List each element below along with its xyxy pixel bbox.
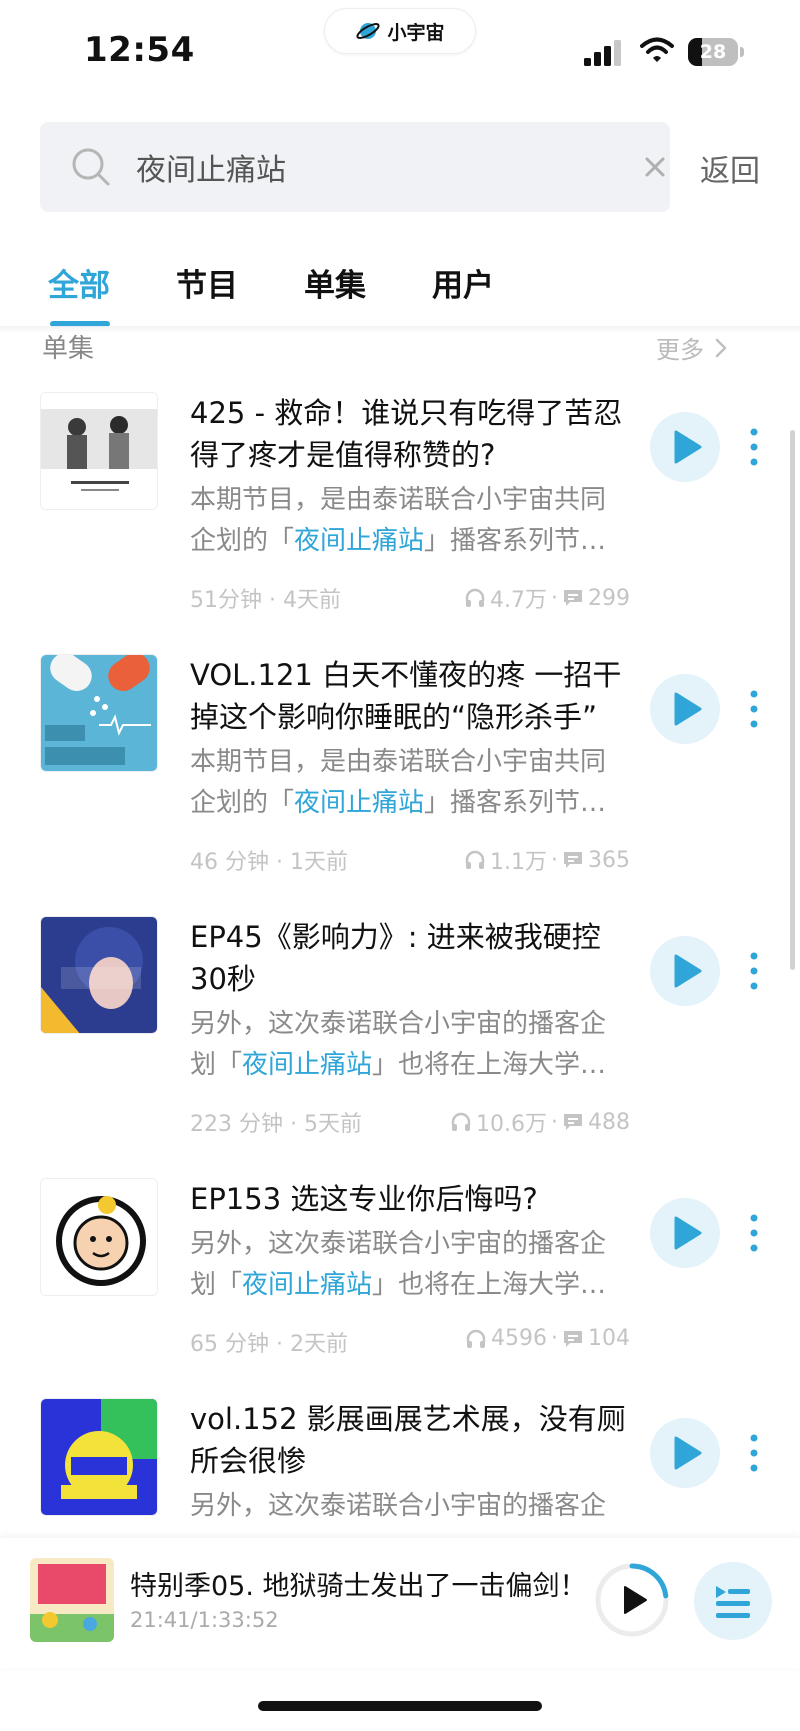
comment-icon	[564, 852, 582, 868]
episode-item[interactable]: EP153 选这专业你后悔吗? 另外，这次泰诺联合小宇宙的播客企划「夜间止痛站」…	[0, 1178, 800, 1428]
episode-plays: 1.1万	[490, 850, 547, 875]
player-play-button[interactable]	[592, 1560, 672, 1640]
episode-cover[interactable]	[40, 392, 158, 510]
play-icon	[674, 692, 702, 726]
headphones-icon	[451, 1112, 471, 1131]
status-bar: 12:54 小宇宙 28	[0, 0, 800, 100]
app-name: 小宇宙	[387, 21, 445, 44]
episode-meta: 46 分钟 · 1天前 1.1万 · 365	[190, 844, 630, 876]
cellular-signal-icon	[584, 40, 621, 66]
more-options-icon[interactable]	[742, 1212, 766, 1254]
episode-meta: 65 分钟 · 2天前 4596 · 104	[190, 1326, 630, 1357]
play-icon	[674, 1216, 702, 1250]
playlist-button[interactable]	[694, 1562, 772, 1640]
episode-title[interactable]: VOL.121 白天不懂夜的疼 一招干掉这个影响你睡眠的“隐形杀手”	[190, 654, 630, 738]
episode-description: 本期节目，是由泰诺联合小宇宙共同企划的「夜间止痛站」播客系列节目之一	[190, 747, 607, 818]
back-button[interactable]: 返回	[700, 146, 760, 190]
episode-item[interactable]: 425 - 救命！谁说只有吃得了苦忍得了疼才是值得称赞的? 本期节目，是由泰诺联…	[0, 392, 800, 642]
episode-duration: 223 分钟	[190, 1112, 283, 1137]
tab-episodes[interactable]: 单集	[304, 260, 366, 305]
play-button[interactable]	[650, 674, 720, 744]
episode-item[interactable]: vol.152 影展画展艺术展，没有厕所会很惨 另外，这次泰诺联合小宇宙的播客企	[0, 1398, 800, 1528]
play-button[interactable]	[650, 412, 720, 482]
episode-age: 1天前	[289, 850, 348, 875]
episode-cover[interactable]	[40, 916, 158, 1034]
episode-title[interactable]: vol.152 影展画展艺术展，没有厕所会很惨	[190, 1398, 630, 1482]
chevron-right-icon	[715, 338, 727, 357]
episode-age: 5天前	[303, 1112, 362, 1137]
more-options-icon[interactable]	[742, 950, 766, 992]
home-indicator[interactable]	[258, 1701, 542, 1711]
episode-title[interactable]: EP153 选这专业你后悔吗?	[190, 1178, 630, 1220]
comment-icon	[564, 1330, 582, 1347]
episode-cover[interactable]	[40, 1178, 158, 1296]
comment-icon	[564, 1114, 582, 1130]
tab-all[interactable]: 全部	[48, 260, 110, 305]
episode-comments: 365	[588, 847, 630, 873]
more-link[interactable]: 更多	[656, 330, 728, 365]
play-icon	[674, 954, 702, 988]
app-indicator-pill[interactable]: 小宇宙	[324, 8, 476, 54]
episode-age: 4天前	[282, 588, 341, 613]
play-button[interactable]	[650, 1418, 720, 1488]
episode-cover[interactable]	[40, 654, 158, 772]
headphones-icon	[465, 588, 485, 607]
clear-icon[interactable]	[640, 152, 670, 182]
episode-description: 本期节目，是由泰诺联合小宇宙共同企划的「夜间止痛站」播客系列节目之一	[190, 485, 607, 556]
play-progress-icon	[595, 1563, 669, 1637]
episode-meta: 223 分钟 · 5天前 10.6万 · 488	[190, 1106, 630, 1138]
more-options-icon[interactable]	[742, 426, 766, 468]
episode-title[interactable]: EP45《影响力》: 进来被我硬控30秒	[190, 916, 630, 1000]
scrollbar[interactable]	[790, 430, 795, 970]
episode-cover[interactable]	[40, 1398, 158, 1516]
episode-comments: 299	[588, 585, 630, 611]
search-input[interactable]	[136, 144, 616, 190]
player-progress: 21:41/1:33:52	[130, 1608, 279, 1632]
comment-icon	[564, 590, 582, 606]
more-options-icon[interactable]	[742, 688, 766, 730]
headphones-icon	[465, 850, 485, 869]
episode-duration: 65 分钟	[190, 1332, 269, 1357]
more-options-icon[interactable]	[742, 1432, 766, 1474]
episode-plays: 10.6万	[476, 1112, 547, 1137]
episode-plays: 4596	[491, 1326, 547, 1351]
mini-player[interactable]: 特别季05. 地狱骑士发出了一击偏剑！ 21:41/1:33:52	[0, 1538, 800, 1668]
play-button[interactable]	[650, 936, 720, 1006]
play-button[interactable]	[650, 1198, 720, 1268]
playlist-icon	[716, 1586, 750, 1618]
episode-duration: 51分钟	[190, 588, 262, 613]
episode-meta: 51分钟 · 4天前 4.7万 · 299	[190, 582, 630, 614]
battery-percentage: 28	[699, 41, 727, 63]
player-cover[interactable]	[30, 1558, 114, 1642]
battery-indicator: 28	[688, 38, 744, 66]
episode-item[interactable]: VOL.121 白天不懂夜的疼 一招干掉这个影响你睡眠的“隐形杀手” 本期节目，…	[0, 654, 800, 904]
episode-description: 另外，这次泰诺联合小宇宙的播客企划「夜间止痛站」也将在上海大学路举办	[190, 1009, 607, 1080]
tab-users[interactable]: 用户	[432, 260, 494, 305]
episode-title[interactable]: 425 - 救命！谁说只有吃得了苦忍得了疼才是值得称赞的?	[190, 392, 630, 476]
episode-description: 另外，这次泰诺联合小宇宙的播客企划「夜间止痛站」也将在上海大学路举办	[190, 1229, 607, 1300]
play-icon	[674, 430, 702, 464]
search-bar[interactable]	[40, 122, 670, 212]
play-icon	[674, 1436, 702, 1470]
episode-item[interactable]: EP45《影响力》: 进来被我硬控30秒 另外，这次泰诺联合小宇宙的播客企划「夜…	[0, 916, 800, 1166]
search-icon	[72, 148, 110, 186]
status-time: 12:54	[84, 30, 195, 70]
episode-comments: 104	[588, 1326, 630, 1351]
more-label: 更多	[656, 336, 704, 364]
planet-icon	[356, 23, 381, 39]
episode-age: 2天前	[289, 1332, 348, 1357]
result-tabs: 全部 节目 单集 用户	[0, 260, 800, 330]
section-title: 单集	[42, 334, 95, 364]
episode-comments: 488	[588, 1109, 630, 1135]
episode-duration: 46 分钟	[190, 850, 269, 875]
tab-programs[interactable]: 节目	[176, 260, 238, 305]
episode-description: 另外，这次泰诺联合小宇宙的播客企	[190, 1491, 607, 1521]
player-title[interactable]: 特别季05. 地狱骑士发出了一击偏剑！	[130, 1564, 587, 1603]
headphones-icon	[466, 1329, 486, 1348]
wifi-icon	[640, 37, 674, 62]
episode-plays: 4.7万	[490, 588, 547, 613]
